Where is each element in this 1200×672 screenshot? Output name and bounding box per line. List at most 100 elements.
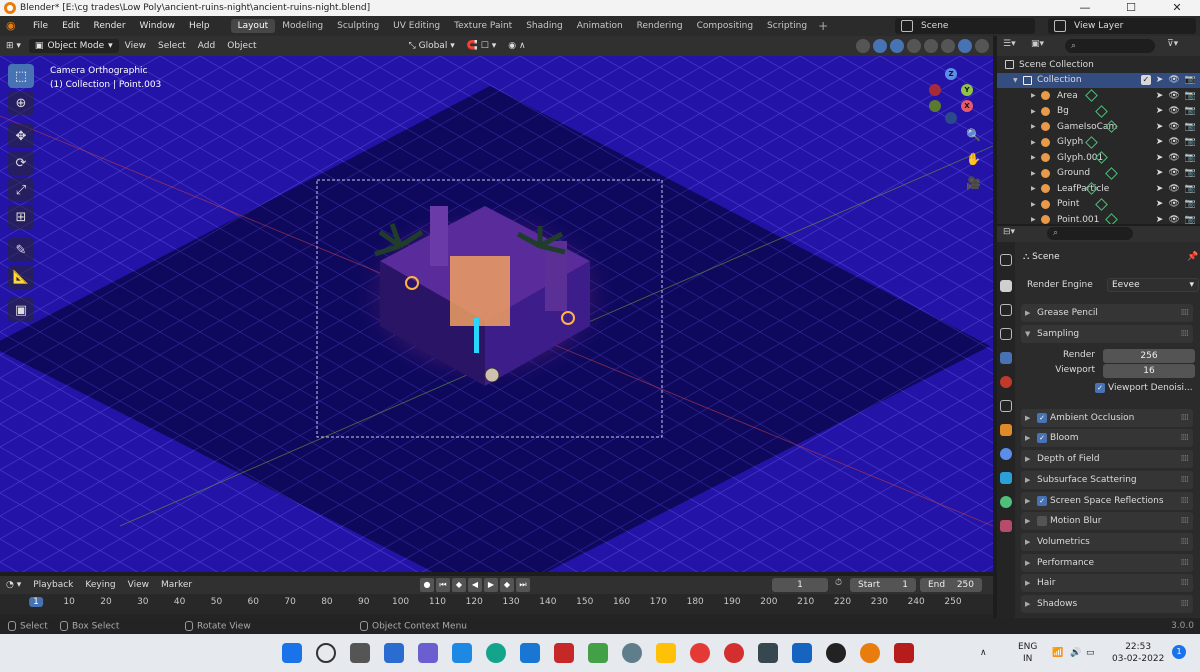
minimize-button[interactable]: — bbox=[1062, 0, 1108, 16]
media-app-icon[interactable] bbox=[758, 643, 778, 663]
render-camera-icon[interactable]: 📷 bbox=[1185, 91, 1196, 101]
view-layer-tab-icon[interactable] bbox=[1000, 328, 1012, 340]
visibility-eye-icon[interactable]: 👁 bbox=[1168, 168, 1179, 178]
clock[interactable]: 22:53 03-02-2022 bbox=[1112, 641, 1164, 665]
menu-add[interactable]: Add bbox=[192, 41, 221, 51]
next-keyframe-button[interactable]: ◆ bbox=[500, 578, 514, 592]
panel-hair[interactable]: ▶ Hair ⁞⁞⁞⁞ bbox=[1021, 574, 1193, 593]
menu-select[interactable]: Select bbox=[152, 41, 192, 51]
panel-checkbox[interactable]: ✓ bbox=[1037, 433, 1047, 444]
menu-view[interactable]: View bbox=[119, 41, 152, 51]
menu-keying[interactable]: Keying bbox=[79, 580, 121, 590]
outliner-item[interactable]: ▶ Glyph.001 ➤ 👁 📷 bbox=[997, 150, 1200, 166]
timeline-editor-icon[interactable]: ◔ ▾ bbox=[0, 580, 27, 590]
selectable-icon[interactable]: ➤ bbox=[1156, 91, 1164, 101]
gizmo-toggle-icon[interactable] bbox=[873, 39, 887, 53]
drag-handle-icon[interactable]: ⁞⁞⁞⁞ bbox=[1181, 537, 1190, 547]
davinci-icon[interactable] bbox=[826, 643, 846, 663]
data-icon[interactable] bbox=[1095, 104, 1108, 118]
visibility-eye-icon[interactable]: 👁 bbox=[1168, 153, 1179, 163]
expand-triangle-icon[interactable]: ▶ bbox=[1031, 170, 1036, 177]
tool-tab-icon[interactable] bbox=[1000, 254, 1012, 266]
zoom-icon[interactable]: 🔍 bbox=[966, 128, 981, 142]
tab-shading[interactable]: Shading bbox=[519, 19, 570, 33]
panel-ambient-occlusion[interactable]: ▶ ✓ Ambient Occlusion ⁞⁞⁞⁞ bbox=[1021, 408, 1193, 427]
expand-triangle-icon[interactable]: ▶ bbox=[1031, 123, 1036, 130]
expand-triangle-icon[interactable]: ▶ bbox=[1031, 92, 1036, 99]
visibility-eye-icon[interactable]: 👁 bbox=[1168, 106, 1179, 116]
drag-handle-icon[interactable]: ⁞⁞⁞⁞ bbox=[1181, 475, 1190, 485]
filter-icon[interactable]: ⊽▾ bbox=[1167, 39, 1178, 49]
drag-handle-icon[interactable]: ⁞⁞⁞⁞ bbox=[1181, 578, 1190, 588]
camera-view-icon[interactable]: 🎥 bbox=[966, 176, 981, 190]
windows-start-icon[interactable] bbox=[282, 643, 302, 663]
tab-rendering[interactable]: Rendering bbox=[630, 19, 690, 33]
light-object[interactable] bbox=[484, 367, 500, 383]
panel-screen-space-reflections[interactable]: ▶ ✓ Screen Space Reflections ⁞⁞⁞⁞ bbox=[1021, 491, 1193, 510]
z-axis-icon[interactable]: Z bbox=[945, 68, 957, 80]
display-mode-icon[interactable]: ▣▾ bbox=[1031, 39, 1044, 49]
timeline-ruler[interactable]: 1 10 20 30 40 50 60 70 80 90 100 110 120 130 140 150 160… bbox=[0, 594, 993, 614]
data-icon[interactable] bbox=[1085, 89, 1098, 103]
panel-volumetrics[interactable]: ▶ Volumetrics ⁞⁞⁞⁞ bbox=[1021, 532, 1193, 551]
render-camera-icon[interactable]: 📷 bbox=[1185, 75, 1196, 85]
render-samples-field[interactable]: Render 256 bbox=[1023, 348, 1195, 363]
drag-handle-icon[interactable]: ⁞⁞⁞⁞ bbox=[1181, 516, 1190, 526]
viewport-denoise-toggle[interactable]: ✓ Viewport Denoisi... bbox=[1095, 382, 1193, 393]
constraints-tab-icon[interactable] bbox=[1000, 472, 1012, 484]
menu-file[interactable]: File bbox=[26, 21, 55, 31]
jump-end-button[interactable]: ⏭ bbox=[516, 578, 530, 592]
drag-handle-icon[interactable]: ⁞⁞⁞⁞ bbox=[1181, 454, 1190, 464]
outliner-item[interactable]: ▶ Point.001 ➤ 👁 📷 bbox=[997, 212, 1200, 224]
tray-overflow-icon[interactable]: ∧ bbox=[980, 647, 987, 659]
xbox-icon[interactable] bbox=[588, 643, 608, 663]
scale-tool[interactable]: ⤢ bbox=[8, 178, 34, 202]
output-tab-icon[interactable] bbox=[1000, 304, 1012, 316]
panel-sampling[interactable]: ▼ Sampling ⁞⁞⁞⁞ bbox=[1021, 324, 1193, 343]
selectable-icon[interactable]: ➤ bbox=[1156, 199, 1164, 209]
play-button[interactable]: ▶ bbox=[484, 578, 498, 592]
image-app-icon[interactable] bbox=[792, 643, 812, 663]
tab-texture-paint[interactable]: Texture Paint bbox=[447, 19, 519, 33]
teams-chat-icon[interactable] bbox=[418, 643, 438, 663]
world-tab-icon[interactable] bbox=[1000, 376, 1012, 388]
widgets-icon[interactable] bbox=[384, 643, 404, 663]
neg-x-axis-icon[interactable] bbox=[929, 84, 941, 96]
selectable-icon[interactable]: ➤ bbox=[1156, 75, 1164, 85]
panel-subsurface-scattering[interactable]: ▶ Subsurface Scattering ⁞⁞⁞⁞ bbox=[1021, 470, 1193, 489]
outliner-item[interactable]: ▶ GameIsoCam ➤ 👁 📷 bbox=[997, 119, 1200, 135]
close-button[interactable]: ✕ bbox=[1154, 0, 1200, 16]
panel-depth-of-field[interactable]: ▶ Depth of Field ⁞⁞⁞⁞ bbox=[1021, 450, 1193, 469]
visibility-eye-icon[interactable]: 👁 bbox=[1168, 199, 1179, 209]
outliner-item[interactable]: ▶ Ground ➤ 👁 📷 bbox=[997, 166, 1200, 182]
volume-icon[interactable]: 🔊 bbox=[1070, 647, 1081, 659]
mode-dropdown[interactable]: ▣ Object Mode ▾ bbox=[28, 39, 119, 53]
render-camera-icon[interactable]: 📷 bbox=[1185, 168, 1196, 178]
prev-keyframe-button[interactable]: ◆ bbox=[452, 578, 466, 592]
notification-badge[interactable]: 1 bbox=[1172, 645, 1186, 659]
selectable-icon[interactable]: ➤ bbox=[1156, 137, 1164, 147]
search-icon[interactable] bbox=[316, 643, 336, 663]
data-icon[interactable] bbox=[1105, 213, 1118, 224]
start-frame-field[interactable]: Start 1 bbox=[850, 578, 916, 592]
expand-triangle-icon[interactable]: ▶ bbox=[1031, 216, 1036, 223]
tab-layout[interactable]: Layout bbox=[230, 19, 276, 33]
viewport-samples-field[interactable]: Viewport 16 bbox=[1023, 363, 1195, 378]
expand-triangle-icon[interactable]: ▶ bbox=[1031, 154, 1036, 161]
expand-triangle-icon[interactable]: ▶ bbox=[1031, 201, 1036, 208]
scene-collection-row[interactable]: Scene Collection bbox=[997, 57, 1200, 73]
viewport-samples-value[interactable]: 16 bbox=[1103, 363, 1195, 378]
language-indicator[interactable]: ENG IN bbox=[1018, 641, 1037, 665]
expand-triangle-icon[interactable]: ▶ bbox=[1031, 139, 1036, 146]
material-shading-icon[interactable] bbox=[958, 39, 972, 53]
chrome-icon[interactable] bbox=[690, 643, 710, 663]
drag-handle-icon[interactable]: ⁞⁞⁞⁞ bbox=[1181, 558, 1190, 568]
render-camera-icon[interactable]: 📷 bbox=[1185, 199, 1196, 209]
navigation-gizmo[interactable]: Z Y X bbox=[923, 64, 983, 124]
neg-z-axis-icon[interactable] bbox=[945, 112, 957, 124]
viewport-denoise-checkbox[interactable]: ✓ bbox=[1095, 382, 1105, 393]
selectable-icon[interactable]: ➤ bbox=[1156, 168, 1164, 178]
selectable-icon[interactable]: ➤ bbox=[1156, 122, 1164, 132]
selectable-icon[interactable]: ➤ bbox=[1156, 184, 1164, 194]
file-explorer-icon[interactable] bbox=[656, 643, 676, 663]
